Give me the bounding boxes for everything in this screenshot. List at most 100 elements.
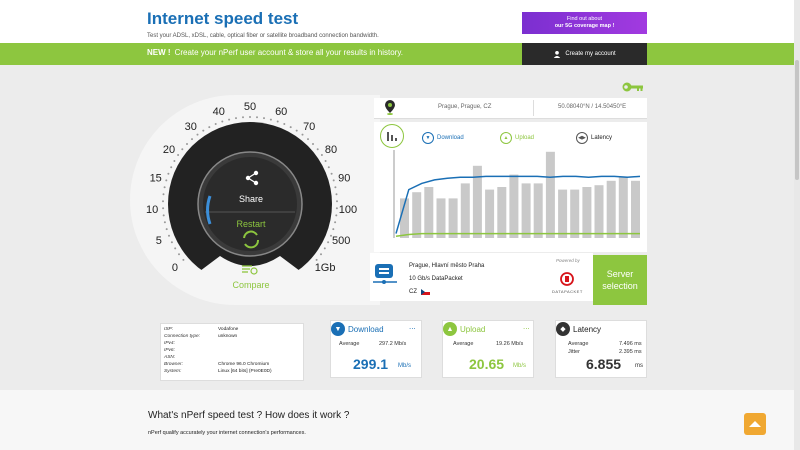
download-value: 299.1	[353, 356, 389, 372]
chart-bar	[558, 189, 568, 238]
gauge-dot	[332, 228, 335, 231]
info-key: ASN:	[164, 355, 176, 360]
location-coords: 50.08040°N / 14.50450°E	[558, 104, 627, 110]
gauge-dot	[263, 117, 265, 120]
gauge-tick-label: 90	[338, 173, 350, 185]
scrollbar-thumb[interactable]	[795, 60, 799, 180]
gauge-dot	[312, 143, 314, 145]
chart-bar	[631, 180, 640, 238]
info-value: unknown	[218, 334, 238, 339]
chart-bar	[412, 192, 422, 238]
gauge-dot	[242, 116, 244, 119]
info-key: Connection type:	[164, 334, 201, 339]
legend-upload-label: Upload	[515, 135, 535, 141]
latency-avg-label: Average	[568, 341, 589, 347]
datapacket-brand: DATAPACKET	[552, 289, 583, 294]
upload-result-icon: ▲	[443, 322, 457, 336]
gauge-dot	[249, 116, 251, 118]
gauge-dot	[221, 120, 224, 123]
latency-avg-value: 7.496 ms	[619, 341, 642, 347]
gauge-dot	[269, 118, 272, 121]
gauge-dot	[162, 207, 165, 210]
gauge-dot	[191, 138, 193, 141]
gauge-tick-label: 20	[163, 144, 175, 156]
speed-chart	[393, 150, 641, 238]
legend-download[interactable]: ▼ Download	[422, 132, 464, 144]
czech-flag-icon	[421, 289, 430, 295]
gauge-dot	[228, 118, 231, 121]
info-row: ASN:	[164, 355, 218, 360]
gauge-dot	[162, 193, 165, 196]
settings-wrench-icon[interactable]	[622, 80, 644, 94]
speed-gauge: 0 5 10 15 20 30 40 50 60 70 80 90 100 500 1Gb Share Re…	[146, 101, 357, 291]
legend-latency[interactable]: ◀▶ Latency	[576, 132, 612, 144]
chart-toggle-button[interactable]	[380, 124, 404, 148]
create-account-button[interactable]: Create my account	[522, 43, 647, 65]
gauge-dot	[315, 258, 318, 261]
info-title: What's nPerf speed test ? How does it wo…	[148, 410, 350, 421]
info-key: IPv4:	[164, 341, 175, 346]
gauge-dot	[301, 133, 304, 136]
info-value: Vodafone	[218, 327, 239, 332]
connection-info-table: ISP: Vodafone Connection type: unknown IPv4:…	[160, 323, 304, 381]
chart-bar	[545, 151, 555, 238]
promo-line-1: Find out about	[566, 16, 603, 22]
gauge-dot	[320, 154, 323, 156]
gauge-dot	[330, 172, 333, 175]
gauge-dot	[178, 253, 180, 256]
server-selection-button[interactable]: Server selection	[593, 255, 647, 305]
page-title: Internet speed test	[147, 9, 299, 28]
gauge-dot	[334, 221, 337, 224]
latency-jitter-value: 2.395 ms	[619, 349, 642, 355]
chart-bar	[606, 180, 616, 238]
chart-bar	[448, 198, 458, 238]
info-key: System:	[164, 369, 182, 374]
download-result-box: ▼ Download ... Average 297.2 Mb/s 299.1 …	[330, 320, 422, 378]
gauge-dot	[327, 166, 330, 169]
map-pin-icon	[385, 100, 395, 115]
latency-jitter-label: Jitter	[568, 349, 580, 355]
legend-latency-label: Latency	[591, 135, 613, 141]
scroll-to-top-button[interactable]	[744, 413, 766, 435]
upload-more[interactable]: ...	[523, 322, 530, 331]
gauge-dot	[170, 241, 173, 244]
page-subtitle: Test your ADSL, xDSL, cable, optical fib…	[147, 33, 379, 39]
legend-upload[interactable]: ▲ Upload	[500, 132, 534, 144]
coverage-map-promo-button[interactable]: Find out about our 5G coverage map !	[522, 12, 647, 34]
gauge-tick-label: 40	[213, 106, 225, 118]
promo-line-2: our 5G coverage map !	[554, 23, 615, 29]
new-label: NEW !	[147, 48, 171, 57]
gauge-dot	[334, 186, 337, 189]
banner-text-wrap: NEW ! Create your nPerf user account & st…	[147, 48, 403, 57]
info-key: IPv6:	[164, 348, 175, 353]
download-more[interactable]: ...	[409, 322, 416, 331]
upload-avg-label: Average	[453, 341, 474, 347]
gauge-tick-label: 70	[303, 121, 315, 133]
download-title: Download	[348, 324, 384, 334]
gauge-dot	[196, 133, 199, 136]
gauge-dot	[181, 148, 184, 151]
latency-value: 6.855	[586, 356, 622, 372]
gauge-dot	[327, 241, 330, 244]
gauge-dot	[208, 126, 211, 129]
gauge-dot	[163, 186, 166, 189]
gauge-dot	[170, 166, 173, 169]
bar-chart-icon	[387, 132, 397, 141]
info-row: Connection type: unknown	[164, 334, 237, 339]
server-city: Prague, Hlavní město Praha	[409, 263, 485, 269]
info-text: nPerf qualify accurately your internet c…	[148, 430, 306, 436]
server-selection-line2: selection	[602, 281, 638, 291]
gauge-tick-label: 0	[172, 262, 178, 274]
gauge-dot	[165, 228, 168, 231]
chart-bar	[533, 183, 543, 238]
chart-bar	[485, 189, 495, 238]
divider	[533, 100, 534, 116]
chart-bar	[570, 189, 580, 238]
upload-value: 20.65	[469, 356, 505, 372]
upload-avg-value: 19.26 Mb/s	[496, 341, 524, 347]
datapacket-logo-icon	[560, 272, 574, 286]
gauge-dot	[202, 129, 205, 132]
chart-bar	[497, 187, 507, 238]
location-city: Prague, Prague, CZ	[438, 104, 492, 110]
download-arrow-icon: ▼	[422, 132, 434, 144]
